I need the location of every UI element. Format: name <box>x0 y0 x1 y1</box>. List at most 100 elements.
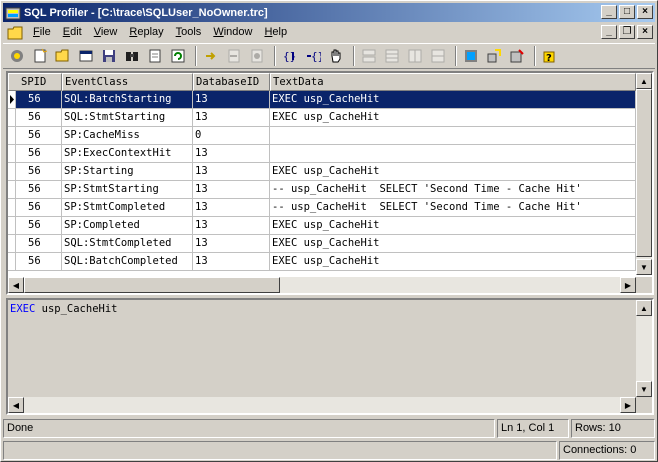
cell-textdata: -- usp_CacheHit SELECT 'Second Time - Ca… <box>270 181 636 199</box>
cell-databaseid: 13 <box>193 145 270 163</box>
profiler-window: SQL Profiler - [C:\trace\SQLUser_NoOwner… <box>0 0 658 462</box>
open-icon[interactable] <box>53 46 73 66</box>
grid-horizontal-scrollbar[interactable]: ◀ ▶ <box>8 277 636 293</box>
text-horizontal-scrollbar[interactable]: ◀ ▶ <box>8 397 636 413</box>
table-row[interactable]: 56 SP:StmtCompleted 13 -- usp_CacheHit SELE… <box>8 199 636 217</box>
help-icon[interactable]: ? <box>540 46 560 66</box>
table-row[interactable]: 56 SQL:BatchStarting 13 EXEC usp_CacheHit <box>8 91 636 109</box>
table-row[interactable]: 56 SQL:BatchCompleted 13 EXEC usp_CacheHit <box>8 253 636 271</box>
close-button[interactable]: × <box>637 5 653 19</box>
cell-spid: 56 <box>16 109 62 127</box>
minimize-button[interactable]: _ <box>601 5 617 19</box>
save-icon[interactable] <box>99 46 119 66</box>
mdi-minimize-button[interactable]: _ <box>601 25 617 39</box>
menu-tools[interactable]: Tools <box>170 24 208 41</box>
menu-view[interactable]: View <box>88 24 124 41</box>
grid-body: 56 SQL:BatchStarting 13 EXEC usp_CacheHit 56… <box>8 91 636 271</box>
cell-spid: 56 <box>16 199 62 217</box>
table-row[interactable]: 56 SP:Starting 13 EXEC usp_CacheHit <box>8 163 636 181</box>
menu-window[interactable]: Window <box>207 24 258 41</box>
maximize-button[interactable]: □ <box>619 5 635 19</box>
toggle-breakpoint-icon[interactable] <box>247 46 267 66</box>
svg-text:{}: {} <box>311 50 321 63</box>
text-vertical-scrollbar[interactable]: ▲ ▼ <box>636 300 652 397</box>
scroll-up-button[interactable]: ▲ <box>636 300 652 316</box>
window-tile-icon[interactable] <box>359 46 379 66</box>
table-row[interactable]: 56 SQL:StmtCompleted 13 EXEC usp_CacheHit <box>8 235 636 253</box>
cell-textdata: EXEC usp_CacheHit <box>270 109 636 127</box>
column-header-textdata[interactable]: TextData <box>270 73 636 91</box>
hand-icon[interactable] <box>326 46 346 66</box>
trace-event-grid[interactable]: SPID EventClass DatabaseID TextData 56 SQ… <box>6 71 654 295</box>
scroll-corner <box>636 277 652 293</box>
sql-profiler-app-icon[interactable] <box>5 5 21 21</box>
column-header-eventclass[interactable]: EventClass <box>62 73 193 91</box>
menu-bar: File Edit View Replay Tools Window Help … <box>3 23 655 42</box>
title-bar[interactable]: SQL Profiler - [C:\trace\SQLUser_NoOwner… <box>3 3 655 22</box>
status-message: Done <box>3 419 495 438</box>
table-row[interactable]: 56 SP:StmtStarting 13 -- usp_CacheHit SELEC… <box>8 181 636 199</box>
step-icon[interactable] <box>201 46 221 66</box>
find-icon[interactable] <box>122 46 142 66</box>
current-row-marker-icon <box>10 95 14 104</box>
trace-document-icon[interactable] <box>7 26 23 40</box>
clear-trace-icon[interactable] <box>145 46 165 66</box>
window-vertical-icon[interactable] <box>428 46 448 66</box>
cell-databaseid: 13 <box>193 109 270 127</box>
replay-icon[interactable] <box>168 46 188 66</box>
mdi-close-button[interactable]: × <box>637 25 653 39</box>
performance-monitor-icon[interactable] <box>484 46 504 66</box>
properties-icon[interactable] <box>76 46 96 66</box>
table-row[interactable]: 56 SP:CacheMiss 0 <box>8 127 636 145</box>
grid-vertical-scrollbar[interactable]: ▲ ▼ <box>636 73 652 275</box>
row-indicator <box>8 145 16 163</box>
cell-spid: 56 <box>16 181 62 199</box>
window-horizontal-icon[interactable] <box>405 46 425 66</box>
menu-help[interactable]: Help <box>258 24 293 41</box>
cell-databaseid: 13 <box>193 253 270 271</box>
index-tuning-icon[interactable] <box>507 46 527 66</box>
mdi-restore-button[interactable]: ❐ <box>619 25 635 39</box>
window-cascade-icon[interactable] <box>382 46 402 66</box>
scroll-thumb[interactable] <box>24 277 280 293</box>
connection-count: Connections: 0 <box>559 441 655 460</box>
menu-file[interactable]: File <box>27 24 57 41</box>
cell-databaseid: 13 <box>193 91 270 109</box>
text-data-pane[interactable]: EXEC usp_CacheHit ▲ ▼ ◀ ▶ <box>6 298 654 415</box>
row-count: Rows: 10 <box>571 419 655 438</box>
scroll-left-button[interactable]: ◀ <box>8 277 24 293</box>
sql-keyword: EXEC <box>10 303 36 315</box>
stop-icon[interactable]: {} <box>280 46 300 66</box>
scroll-thumb[interactable] <box>636 89 652 257</box>
scroll-right-button[interactable]: ▶ <box>620 277 636 293</box>
cell-textdata: EXEC usp_CacheHit <box>270 217 636 235</box>
scroll-down-button[interactable]: ▼ <box>636 381 652 397</box>
text-data-content[interactable]: EXEC usp_CacheHit <box>8 300 636 397</box>
cell-textdata <box>270 145 636 163</box>
table-row[interactable]: 56 SP:ExecContextHit 13 <box>8 145 636 163</box>
run-to-cursor-icon[interactable] <box>224 46 244 66</box>
new-template-icon[interactable] <box>30 46 50 66</box>
toolbar-separator <box>353 46 355 66</box>
scroll-up-button[interactable]: ▲ <box>636 73 652 89</box>
row-indicator <box>8 127 16 145</box>
table-row[interactable]: 56 SP:Completed 13 EXEC usp_CacheHit <box>8 217 636 235</box>
query-analyzer-icon[interactable] <box>461 46 481 66</box>
cell-spid: 56 <box>16 235 62 253</box>
new-trace-icon[interactable] <box>7 46 27 66</box>
cell-eventclass: SQL:BatchCompleted <box>62 253 193 271</box>
cell-databaseid: 0 <box>193 127 270 145</box>
cell-spid: 56 <box>16 253 62 271</box>
scroll-right-button[interactable]: ▶ <box>620 397 636 413</box>
scroll-down-button[interactable]: ▼ <box>636 259 652 275</box>
cell-spid: 56 <box>16 127 62 145</box>
menu-replay[interactable]: Replay <box>123 24 169 41</box>
pause-icon[interactable]: {} <box>303 46 323 66</box>
column-header-databaseid[interactable]: DatabaseID <box>193 73 270 91</box>
scroll-left-button[interactable]: ◀ <box>8 397 24 413</box>
row-indicator <box>8 217 16 235</box>
column-header-spid[interactable]: SPID <box>8 73 62 91</box>
cell-eventclass: SP:StmtCompleted <box>62 199 193 217</box>
table-row[interactable]: 56 SQL:StmtStarting 13 EXEC usp_CacheHit <box>8 109 636 127</box>
menu-edit[interactable]: Edit <box>57 24 88 41</box>
